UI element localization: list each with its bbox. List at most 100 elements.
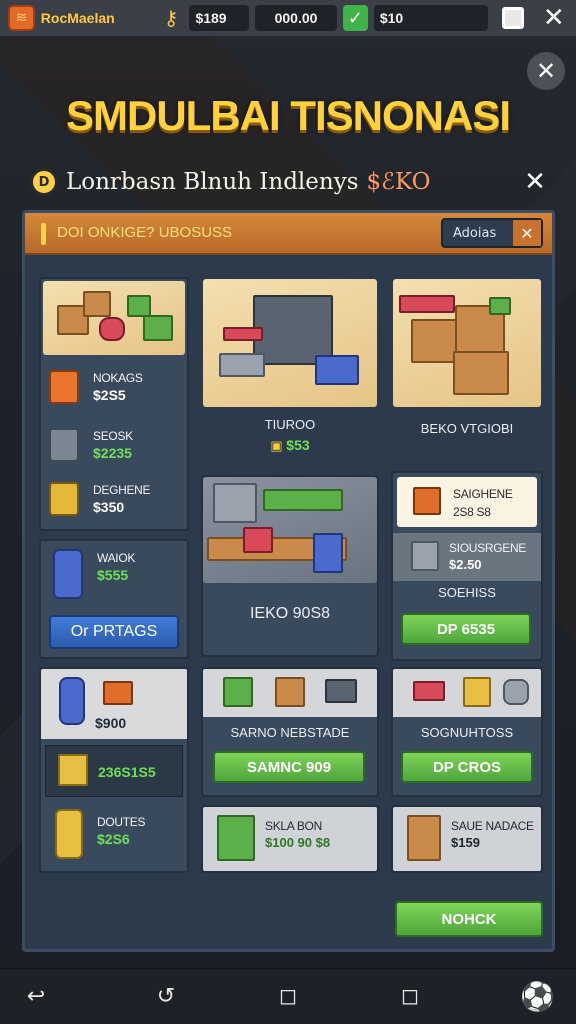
- mid-lower-buy-button[interactable]: SAMNC 909: [213, 751, 365, 783]
- crate-icon: [411, 541, 439, 571]
- side-card[interactable]: SAIGHENE 2S8 S8 SIOUSRGENE $2.50 SOEHISS…: [391, 471, 543, 661]
- green-box-icon: [143, 315, 173, 341]
- side-top-label: SAIGHENE: [453, 487, 513, 501]
- side-buy-button[interactable]: DP 6535: [401, 613, 531, 645]
- header-accent: [41, 223, 46, 245]
- row-price: $2235: [93, 445, 132, 461]
- left-lower-price-3: $2S6: [97, 831, 130, 847]
- product-icon: [413, 681, 445, 701]
- boxes-label: BEKO VTGIOBI: [420, 421, 514, 436]
- window-icon[interactable]: [502, 7, 524, 29]
- shelves-illustration: [203, 477, 377, 583]
- order-button[interactable]: Or PRTAGS: [49, 615, 179, 649]
- right-lower-buy-button[interactable]: DP CROS: [401, 751, 533, 783]
- ball-icon[interactable]: ⚽: [520, 981, 555, 1013]
- row-label: SEOSK: [93, 429, 133, 443]
- store-price: $53: [286, 437, 310, 453]
- left-lower-label-3: DOUTES: [97, 815, 146, 829]
- mid-lower-card[interactable]: SARNO NEBSTADE SAMNC 909: [201, 667, 379, 797]
- supply-row[interactable]: NOKAGS $2S5: [49, 359, 185, 415]
- check-icon[interactable]: ✓: [343, 5, 368, 31]
- crate-icon: [413, 487, 441, 515]
- side-item-label: SIOUSRGENE: [449, 541, 527, 555]
- mid-bottom-card[interactable]: SKLA BON $100 90 $8: [201, 805, 379, 873]
- game-title: RocMaelan: [40, 10, 115, 26]
- shop-panel: DOI ONKIGE? UBOSUSS Adoias ✕ NOKAGS $2S5…: [22, 210, 555, 952]
- row-price: $2S5: [93, 387, 126, 403]
- awning-icon: [223, 327, 263, 341]
- store-card[interactable]: TIUROO ▣ $53: [201, 277, 379, 457]
- product-icon: [313, 533, 343, 573]
- boxes-card[interactable]: BEKO VTGIOBI: [391, 277, 543, 457]
- footer-action-button[interactable]: NOHCK: [395, 901, 543, 937]
- right-bottom-card[interactable]: SAUE NADACE $159: [391, 805, 543, 873]
- right-bottom-label: SAUE NADACE: [451, 819, 534, 833]
- can-price: $555: [97, 567, 129, 583]
- can-label: WAIOK: [97, 551, 136, 565]
- can-card[interactable]: WAIOK $555 Or PRTAGS: [39, 539, 189, 659]
- shelf-icon: [49, 428, 79, 462]
- coin-icon: D: [30, 168, 58, 196]
- row-label: NOKAGS: [93, 371, 143, 385]
- close-icon[interactable]: ✕: [540, 3, 568, 33]
- product-icon: [463, 677, 491, 707]
- tasks-icon[interactable]: ◻: [394, 981, 426, 1013]
- coin-stack-icon: ▣: [270, 438, 283, 453]
- crate-icon: [411, 319, 459, 363]
- supplies-card[interactable]: NOKAGS $2S5 SEOSK $2235 DEGHENE $350: [39, 277, 189, 531]
- side-card-top: SAIGHENE 2S8 S8: [397, 477, 537, 527]
- water-jug-icon: [59, 677, 85, 725]
- store-label: TIUROO: [264, 417, 316, 432]
- watering-can-icon: [503, 679, 529, 705]
- row-price: $350: [93, 499, 125, 515]
- currency-premium: $10: [373, 5, 489, 31]
- right-lower-card[interactable]: SOGNUHTOSS DP CROS: [391, 667, 543, 797]
- game-logo-icon[interactable]: ≋: [8, 5, 35, 31]
- header-action-button[interactable]: Adoias ✕: [441, 218, 543, 248]
- home-icon[interactable]: ◻: [272, 981, 304, 1013]
- currency-coins: $189: [189, 5, 249, 31]
- subtitle-close-icon[interactable]: ✕: [520, 167, 550, 197]
- refresh-icon[interactable]: ↺: [150, 981, 182, 1013]
- paint-can-icon: [53, 549, 83, 599]
- can-icon: [49, 370, 79, 404]
- supply-row[interactable]: SEOSK $2235: [49, 417, 185, 473]
- crate-icon: [453, 351, 509, 395]
- green-box-icon: [127, 295, 151, 317]
- shelf-goods-icon: [263, 489, 343, 511]
- supplies-illustration: [43, 281, 185, 355]
- counter-icon: [219, 353, 265, 377]
- left-lower-price-1: $900: [95, 715, 127, 731]
- subtitle-row: D Lonrbasn Blnuh Indlenys $ℰKO ✕: [30, 164, 550, 200]
- left-lower-mid: 236S1S5: [45, 745, 183, 797]
- mid-lower-top: [203, 669, 377, 717]
- left-lower-card[interactable]: $900 236S1S5 DOUTES $2S6: [39, 667, 189, 873]
- back-icon[interactable]: ↩: [20, 981, 52, 1013]
- side-card-item: SIOUSRGENE $2.50: [393, 533, 541, 581]
- boxes-illustration: [393, 279, 541, 407]
- right-lower-label: SOGNUHTOSS: [420, 725, 514, 740]
- panel-header-text: DOI ONKIGE? UBOSUSS: [57, 224, 233, 241]
- package-icon: [217, 815, 255, 861]
- register-icon: [223, 677, 253, 707]
- box-icon: [407, 815, 441, 861]
- key-icon[interactable]: ⚷: [159, 5, 184, 31]
- jar-icon: [99, 317, 125, 341]
- currency-balance: 000.00: [254, 5, 338, 31]
- header-action-label: Adoias: [453, 225, 497, 241]
- product-icon: [243, 527, 273, 553]
- side-top-price: 2S8 S8: [453, 505, 491, 519]
- supply-row[interactable]: DEGHENE $350: [49, 471, 185, 527]
- header-close-icon[interactable]: ✕: [513, 220, 541, 246]
- mid-bottom-label: SKLA BON: [265, 819, 322, 833]
- store-illustration: [203, 279, 377, 407]
- modal-title: SMDULBAI TISNONASI: [66, 92, 511, 139]
- overlay-close-button[interactable]: ✕: [527, 52, 565, 90]
- subtitle-text: Lonrbasn Blnuh Indlenys: [66, 169, 359, 195]
- system-nav-bar: ↩ ↺ ◻ ◻ ⚽: [0, 968, 576, 1024]
- side-item-price: $2.50: [449, 557, 482, 572]
- left-lower-price-2: 236S1S5: [98, 764, 156, 780]
- crate-icon: [275, 677, 305, 707]
- plant-icon: [489, 297, 511, 315]
- shelves-card[interactable]: IEKO 90S8: [201, 475, 379, 657]
